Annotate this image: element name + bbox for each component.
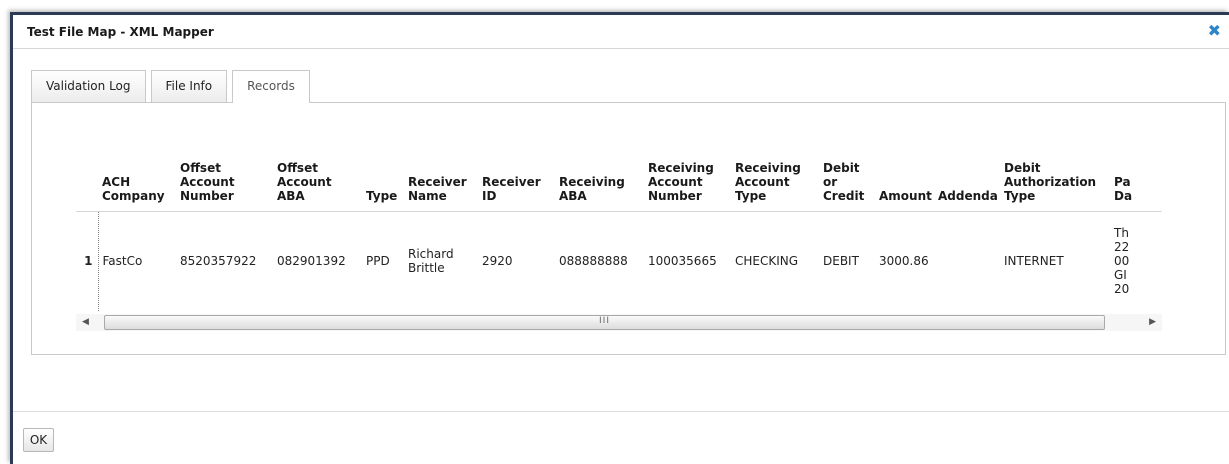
records-grid: ACH Company Offset Account Number Offset…	[76, 125, 1162, 315]
table-cell: 3000.86	[875, 210, 934, 311]
table-cell: Th 22 00 GI 20	[1110, 210, 1162, 311]
table-cell: Richard Brittle	[404, 210, 478, 311]
column-header[interactable]: Debit or Credit	[819, 125, 875, 211]
table-cell: INTERNET	[1000, 210, 1110, 311]
table-cell: DEBIT	[819, 210, 875, 311]
column-header[interactable]: Amount	[875, 125, 934, 211]
close-icon[interactable]: ✖	[1208, 23, 1221, 39]
dialog-titlebar: Test File Map - XML Mapper ✖	[13, 15, 1229, 49]
column-header[interactable]: Offset Account ABA	[273, 125, 362, 211]
table-cell: PPD	[362, 210, 404, 311]
xml-mapper-dialog: Test File Map - XML Mapper ✖ Validation …	[10, 12, 1229, 464]
column-header[interactable]: Receiving Account Number	[644, 125, 731, 211]
table-cell: FastCo	[98, 210, 176, 311]
ok-button[interactable]: OK	[23, 428, 54, 452]
horizontal-scrollbar[interactable]: ◀ III ▶	[76, 314, 1162, 331]
records-table: ACH Company Offset Account Number Offset…	[76, 125, 1162, 311]
table-cell: CHECKING	[731, 210, 819, 311]
table-cell: 082901392	[273, 210, 362, 311]
column-header[interactable]: Pa Da	[1110, 125, 1162, 211]
tab-records[interactable]: Records	[232, 70, 310, 103]
table-cell	[934, 210, 1000, 311]
scroll-left-arrow-icon[interactable]: ◀	[82, 317, 89, 327]
row-number: 1	[76, 210, 99, 311]
column-header[interactable]: Addenda	[934, 125, 1000, 211]
table-cell: 088888888	[555, 210, 644, 311]
column-header[interactable]: Receiving ABA	[555, 125, 644, 211]
row-number-header	[76, 125, 98, 211]
column-header[interactable]: Receiver Name	[404, 125, 478, 211]
column-header[interactable]: Type	[362, 125, 404, 211]
column-header[interactable]: Receiving Account Type	[731, 125, 819, 211]
dialog-title: Test File Map - XML Mapper	[27, 25, 214, 39]
column-header[interactable]: ACH Company	[98, 125, 176, 211]
table-cell: 100035665	[644, 210, 731, 311]
tab-validation-log[interactable]: Validation Log	[31, 70, 146, 102]
records-panel: ACH Company Offset Account Number Offset…	[31, 102, 1226, 355]
table-cell: 8520357922	[176, 210, 273, 311]
table-cell: 2920	[478, 210, 555, 311]
column-header[interactable]: Offset Account Number	[176, 125, 273, 211]
header-row: ACH Company Offset Account Number Offset…	[76, 125, 1162, 211]
scrollbar-thumb[interactable]: III	[104, 315, 1105, 330]
column-header[interactable]: Debit Authorization Type	[1000, 125, 1110, 211]
grip-icon: III	[599, 316, 610, 326]
tab-strip: Validation Log File Info Records	[31, 70, 315, 103]
column-header[interactable]: Receiver ID	[478, 125, 555, 211]
footer-divider	[13, 411, 1229, 412]
tab-file-info[interactable]: File Info	[150, 70, 228, 102]
table-row[interactable]: 1 FastCo 8520357922 082901392 PPD Richar…	[76, 210, 1162, 311]
scroll-right-arrow-icon[interactable]: ▶	[1149, 317, 1156, 327]
